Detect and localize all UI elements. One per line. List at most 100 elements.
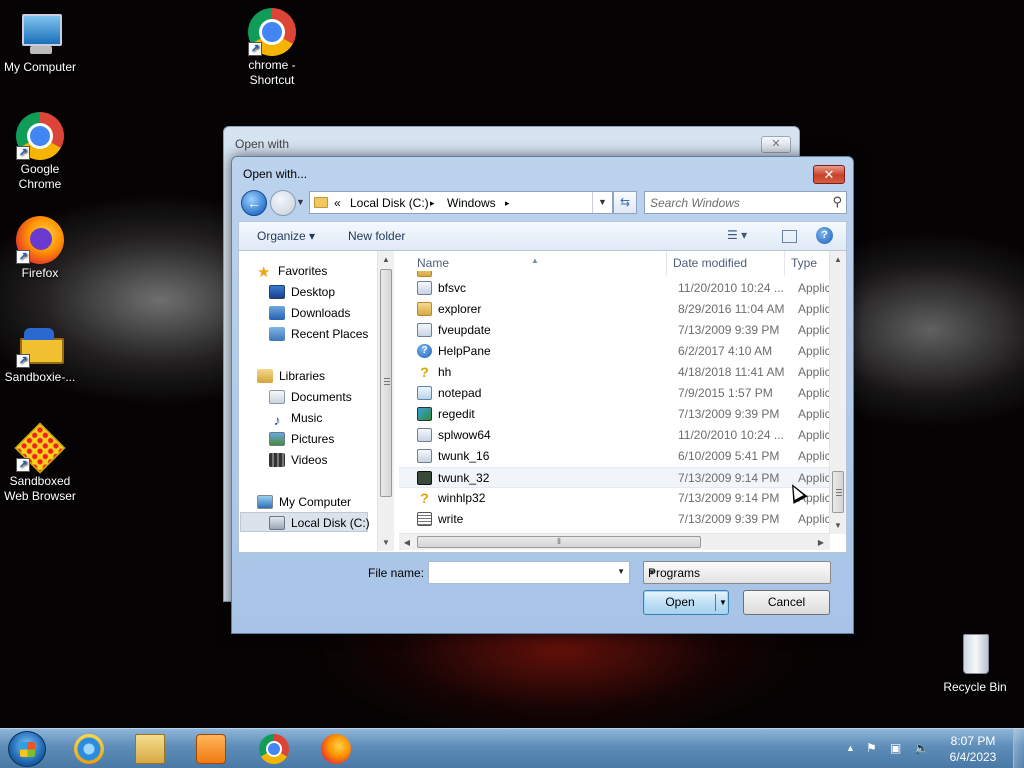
file-row[interactable]: ? hh 4/18/2018 11:41 AM Applic [399,362,830,383]
file-name-input[interactable] [432,565,608,580]
desktop-icon-my-computer[interactable]: My Computer [0,10,80,75]
desktop-icon-chrome-shortcut[interactable]: ↗ chrome - Shortcut [232,8,312,88]
nav-item-libraries[interactable]: Libraries [257,366,325,386]
volume-muted-icon[interactable]: 🔈 [914,741,929,755]
file-row[interactable]: ? HelpPane 6/2/2017 4:10 AM Applic [399,341,831,362]
network-icon[interactable]: ▣ [890,741,901,755]
search-input[interactable] [650,195,820,210]
nav-item-label: Desktop [291,285,336,299]
system-clock[interactable]: 8:07 PM 6/4/2023 [942,733,1004,765]
nav-item-downloads[interactable]: Downloads [269,303,350,323]
file-date: 7/9/2015 1:57 PM [678,386,773,400]
open-button[interactable]: Open ▼ [643,590,729,615]
scrollbar-thumb[interactable]: ⦀ [417,536,701,548]
desktop-icon-google-chrome[interactable]: ↗ Google Chrome [0,112,80,192]
desktop-icon-sandboxed-browser[interactable]: ↗ Sandboxed Web Browser [0,422,80,504]
browser-content: ★ Favorites Desktop Downloads Recent Plac… [238,251,847,553]
taskbar-google-chrome[interactable] [247,732,301,766]
scroll-right-arrow[interactable]: ▶ [813,534,829,551]
breadcrumb-separator[interactable]: ▸ [505,198,510,209]
file-row[interactable]: regedit 7/13/2009 9:39 PM Applic [399,404,831,425]
view-options-icon[interactable]: ☰ ▾ [727,228,747,242]
chevron-down-icon: ▼ [648,568,656,577]
sandboxed-browser-icon: ↗ [14,422,66,474]
address-bar[interactable]: « Local Disk (C:) ▸ Windows ▸ ▼ [309,191,613,214]
file-name-combobox[interactable]: ▼ [428,561,630,584]
file-row[interactable]: notepad 7/9/2015 1:57 PM Applic [399,383,831,404]
file-row[interactable]: explorer 8/29/2016 11:04 AM Applic [399,299,831,320]
back-button[interactable]: ← [241,190,267,216]
file-row[interactable]: twunk_16 6/10/2009 5:41 PM Applic [399,446,831,467]
scroll-down-arrow[interactable]: ▼ [830,517,846,534]
scroll-down-arrow[interactable]: ▼ [378,534,394,551]
file-row[interactable]: twunk_32 7/13/2009 9:14 PM Applic [399,467,831,488]
help-icon[interactable]: ? [816,227,833,244]
show-desktop-button[interactable] [1013,729,1024,768]
action-center-flag-icon[interactable]: ⚑ [866,741,877,755]
taskbar-firefox[interactable] [309,732,363,766]
organize-button[interactable]: Organize ▾ [257,229,315,243]
scrollbar-thumb[interactable] [832,471,844,513]
nav-item-music[interactable]: ♪ Music [269,408,323,428]
recycle-bin-icon [951,630,999,678]
scroll-up-arrow[interactable]: ▲ [830,251,846,268]
nav-item-desktop[interactable]: Desktop [269,282,335,302]
file-row[interactable]: fveupdate 7/13/2009 9:39 PM Applic [399,320,831,341]
desktop-icon-sandboxie[interactable]: ↗ Sandboxie-... [0,320,80,385]
nav-item-pictures[interactable]: Pictures [269,429,334,449]
show-hidden-icons-button[interactable]: ▲ [846,743,855,753]
taskbar-windows-explorer[interactable] [123,732,177,766]
address-dropdown[interactable]: ▼ [592,192,612,213]
file-type-select[interactable]: Programs ▼ [643,561,831,584]
breadcrumb-local-disk[interactable]: Local Disk (C:) [350,196,429,210]
cancel-button[interactable]: Cancel [743,590,830,615]
breadcrumb-separator[interactable]: ▸ [430,198,435,209]
file-row[interactable]: write 7/13/2009 9:39 PM Applic [399,509,831,530]
shortcut-arrow-icon: ↗ [16,250,30,264]
forward-button[interactable] [270,190,296,216]
desktop-icon-firefox[interactable]: ↗ Firefox [0,216,80,281]
desktop-icon-recycle-bin[interactable]: Recycle Bin [935,630,1015,695]
recent-locations-dropdown[interactable]: ▼ [296,197,308,209]
file-list-scrollbar[interactable]: ▲ ▼ [829,251,846,534]
nav-item-my-computer[interactable]: My Computer [257,492,351,512]
scrollbar-thumb[interactable] [380,269,392,497]
breadcrumb-windows[interactable]: Windows [447,196,496,210]
chrome-icon [259,734,289,764]
folder-icon [314,197,328,208]
file-name: twunk_16 [438,449,490,463]
file-date: 11/20/2010 10:24 ... [678,281,784,295]
file-row[interactable]: splwow64 11/20/2010 10:24 ... Applic [399,425,831,446]
file-row[interactable]: ? winhlp32 7/13/2009 9:14 PM Applic [399,488,830,509]
taskbar-internet-explorer[interactable] [62,732,116,766]
nav-pane-scrollbar[interactable]: ▲ ▼ [377,251,394,551]
file-date: 7/13/2009 9:39 PM [678,407,780,421]
nav-item-videos[interactable]: Videos [269,450,327,470]
taskbar-media-player[interactable] [184,732,238,766]
file-row-partial[interactable] [399,271,829,277]
file-row[interactable]: bfsvc 11/20/2010 10:24 ... Applic [399,278,831,299]
preview-pane-icon[interactable] [782,230,797,243]
nav-item-documents[interactable]: Documents [269,387,352,407]
scroll-left-arrow[interactable]: ◀ [399,534,415,551]
chevron-down-icon[interactable]: ▼ [717,591,729,614]
refresh-button[interactable]: ⇆ [613,191,637,214]
breadcrumb-overflow[interactable]: « [334,196,341,210]
nav-item-local-disk[interactable]: Local Disk (C:) [240,512,370,532]
regedit-icon [417,407,432,421]
nav-item-recent-places[interactable]: Recent Places [269,324,368,344]
new-folder-button[interactable]: New folder [348,229,405,243]
chevron-down-icon[interactable]: ▼ [617,567,625,576]
computer-icon [257,495,273,509]
scroll-up-arrow[interactable]: ▲ [378,251,394,268]
file-date: 7/13/2009 9:14 PM [678,491,780,505]
close-button[interactable]: ✕ [813,165,845,184]
split-divider [715,594,716,611]
start-button[interactable] [8,731,46,767]
file-list-horizontal-scrollbar[interactable]: ◀ ⦀ ▶ [399,533,830,550]
nav-item-favorites[interactable]: ★ Favorites [257,261,327,281]
file-name: explorer [438,302,482,316]
desktop-icon-label: Google Chrome [18,162,62,191]
search-box[interactable]: ⚲ [644,191,847,214]
close-button[interactable]: ✕ [761,136,791,153]
